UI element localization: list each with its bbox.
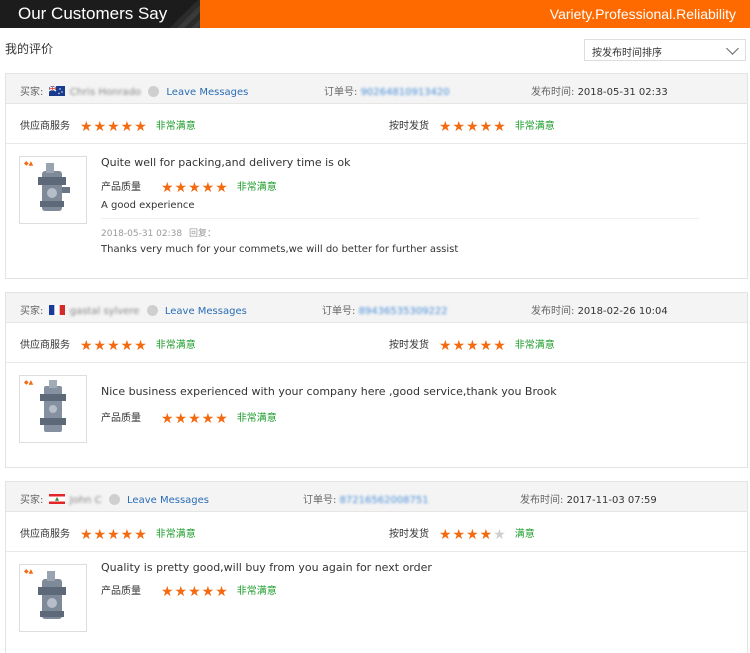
product-quality-label: 产品质量 <box>101 182 141 193</box>
review-extra-text: A good experience <box>101 200 195 211</box>
sort-select-label: 按发布时间排序 <box>592 48 662 59</box>
product-quality-stars: ★★★★★ <box>161 584 229 600</box>
review-card: 买家: Chris Honrado Leave Messages 订单号: 90… <box>5 73 748 279</box>
product-quality-stars: ★★★★★ <box>161 411 229 427</box>
banner-slogan: Variety.Professional.Reliability <box>549 6 736 22</box>
supplier-service-label: 供应商服务 <box>20 529 70 540</box>
on-time-delivery-label: 按时发货 <box>389 121 429 132</box>
product-quality-verdict: 非常满意 <box>236 586 277 597</box>
review-text: Nice business experienced with your comp… <box>101 385 557 398</box>
review-card: 买家: John C Leave Messages 订单号: 872165620… <box>5 481 748 653</box>
product-thumbnail[interactable]: ◆▲ <box>19 375 87 443</box>
buyer-name: John C <box>69 495 102 506</box>
product-quality-label: 产品质量 <box>101 413 141 424</box>
divider <box>101 218 699 219</box>
review-header: 买家: John C Leave Messages 订单号: 872165620… <box>6 482 747 512</box>
order-no[interactable]: 90264810913420 <box>361 87 450 98</box>
product-quality-stars: ★★★★★ <box>161 180 229 196</box>
leave-messages-link[interactable]: Leave Messages <box>127 495 209 506</box>
buyer-label: 买家: <box>20 87 44 98</box>
supplier-service-stars: ★★★★★ <box>80 527 148 543</box>
product-quality-label: 产品质量 <box>101 586 141 597</box>
brand-logo-icon: ◆▲ <box>24 160 34 167</box>
on-time-delivery-stars: ★★★★★ <box>439 338 507 354</box>
leave-messages-link[interactable]: Leave Messages <box>166 87 248 98</box>
review-header: 买家: Chris Honrado Leave Messages 订单号: 90… <box>6 74 747 104</box>
order-no-label: 订单号: <box>324 87 358 98</box>
chevron-down-icon <box>726 42 739 55</box>
on-time-delivery-verdict: 满意 <box>514 529 535 540</box>
sort-select[interactable]: 按发布时间排序 <box>584 39 746 61</box>
supplier-service-stars: ★★★★★ <box>80 119 148 135</box>
supplier-service-stars: ★★★★★ <box>80 338 148 354</box>
brand-logo-icon: ◆▲ <box>24 379 34 386</box>
my-reviews-heading: 我的评价 <box>5 42 54 56</box>
on-time-delivery-verdict: 非常满意 <box>514 340 555 351</box>
supplier-service-verdict: 非常满意 <box>155 121 196 132</box>
supplier-service-verdict: 非常满意 <box>155 529 196 540</box>
service-ratings-row: 供应商服务 ★★★★★ 非常满意 按时发货 ★★★★★ 非常满意 <box>6 323 747 363</box>
order-no[interactable]: 89436535309222 <box>359 306 448 317</box>
service-ratings-row: 供应商服务 ★★★★★ 非常满意 按时发货 ★★★★★ 满意 <box>6 512 747 552</box>
review-body: ◆▲ Quite well for packing,and delivery t… <box>6 144 747 278</box>
hydraulic-motor-icon <box>38 163 70 211</box>
publish-time-label: 发布时间: <box>520 495 564 506</box>
leave-messages-link[interactable]: Leave Messages <box>165 306 247 317</box>
publish-time: 2018-02-26 10:04 <box>577 306 668 317</box>
publish-time: 2017-11-03 07:59 <box>566 495 657 506</box>
brand-logo-icon: ◆▲ <box>24 568 34 575</box>
product-quality-verdict: 非常满意 <box>236 413 277 424</box>
reply-time: 2018-05-31 02:38 <box>101 229 183 239</box>
message-icon[interactable] <box>108 494 120 505</box>
product-thumbnail[interactable]: ◆▲ <box>19 564 87 632</box>
on-time-delivery-stars: ★★★★★ <box>439 119 507 135</box>
header-banner: Our Customers Say Variety.Professional.R… <box>0 0 750 28</box>
review-body: ◆▲ Nice business experienced with your c… <box>6 363 747 467</box>
france-flag-icon <box>48 305 65 315</box>
publish-time-label: 发布时间: <box>531 306 575 317</box>
message-icon[interactable] <box>146 305 158 316</box>
lebanon-flag-icon <box>48 494 65 504</box>
reply-label: 回复： <box>188 229 216 239</box>
product-quality-verdict: 非常满意 <box>236 182 277 193</box>
buyer-name: Chris Honrado <box>69 87 142 98</box>
on-time-delivery-label: 按时发货 <box>389 529 429 540</box>
publish-time: 2018-05-31 02:33 <box>577 87 668 98</box>
australia-flag-icon <box>48 86 65 96</box>
buyer-name: gastal sylvere <box>69 306 140 317</box>
publish-time-label: 发布时间: <box>531 87 575 98</box>
order-no-label: 订单号: <box>303 495 337 506</box>
order-no-label: 订单号: <box>322 306 356 317</box>
buyer-label: 买家: <box>20 495 44 506</box>
review-text: Quality is pretty good,will buy from you… <box>101 561 432 574</box>
on-time-delivery-verdict: 非常满意 <box>514 121 555 132</box>
on-time-delivery-stars: ★★★★★ <box>439 527 507 543</box>
supplier-service-label: 供应商服务 <box>20 121 70 132</box>
banner-diagonal <box>168 0 200 28</box>
banner-title: Our Customers Say <box>18 4 168 23</box>
review-body: ◆▲ Quality is pretty good,will buy from … <box>6 552 747 652</box>
hydraulic-motor-icon <box>38 571 66 619</box>
review-text: Quite well for packing,and delivery time… <box>101 156 351 169</box>
service-ratings-row: 供应商服务 ★★★★★ 非常满意 按时发货 ★★★★★ 非常满意 <box>6 104 747 144</box>
hydraulic-motor-icon <box>40 380 66 432</box>
order-no[interactable]: 87216562008751 <box>340 495 429 506</box>
message-icon[interactable] <box>148 86 160 97</box>
supplier-service-verdict: 非常满意 <box>155 340 196 351</box>
product-thumbnail[interactable]: ◆▲ <box>19 156 87 224</box>
buyer-label: 买家: <box>20 306 44 317</box>
supplier-service-label: 供应商服务 <box>20 340 70 351</box>
review-header: 买家: gastal sylvere Leave Messages 订单号: 8… <box>6 293 747 323</box>
reply-text: Thanks very much for your commets,we wil… <box>101 244 459 255</box>
review-card: 买家: gastal sylvere Leave Messages 订单号: 8… <box>5 292 748 468</box>
on-time-delivery-label: 按时发货 <box>389 340 429 351</box>
